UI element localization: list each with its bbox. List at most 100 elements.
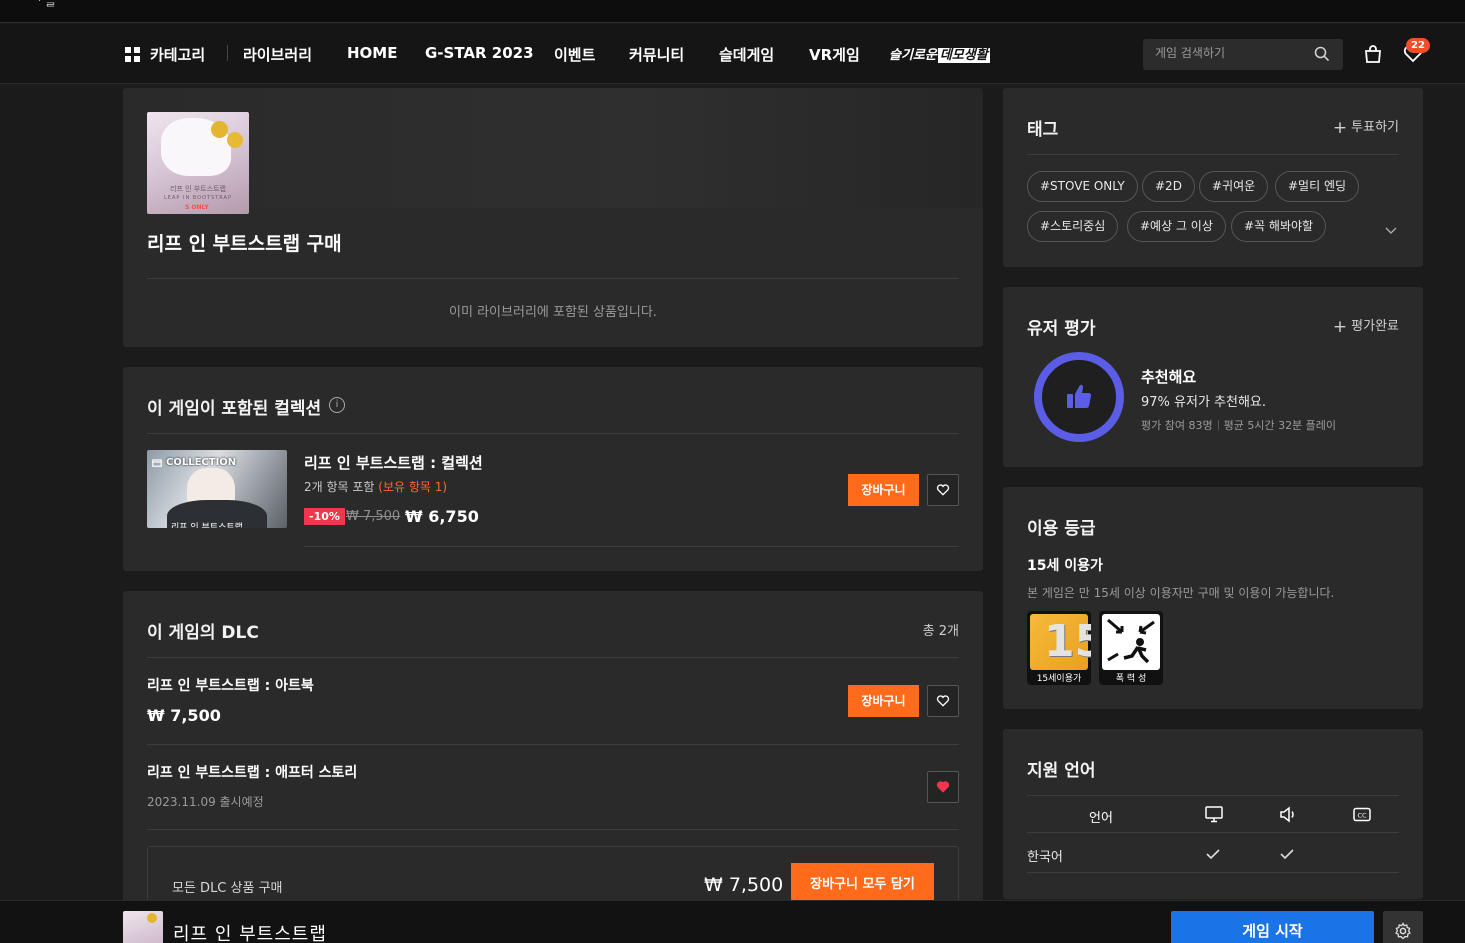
user-review-card: 유저 평가 + 평가완료 추천해요 97% 유저가 추천해요. 평가 참여 83명… bbox=[1003, 287, 1423, 467]
grid-icon bbox=[125, 47, 140, 62]
thumb-title: 리프 인 부트스트랩 bbox=[170, 185, 226, 193]
search-input[interactable] bbox=[1155, 46, 1305, 60]
tag-chip[interactable]: #스토리중심 bbox=[1027, 211, 1119, 242]
gear-icon bbox=[1395, 922, 1411, 940]
global-nav: 카테고리 라이브러리 HOME G-STAR 2023 이벤트 커뮤니티 슬데게… bbox=[0, 24, 1465, 84]
all-dlc-price: ₩ 7,500 bbox=[704, 874, 784, 896]
recommend-label: 추천해요 bbox=[1141, 368, 1197, 386]
bottom-game-title: 리프 인 부트스트랩 bbox=[173, 924, 327, 943]
top-mark: ᆞᆯ bbox=[34, 0, 57, 8]
divider bbox=[147, 657, 959, 658]
settings-button[interactable] bbox=[1383, 911, 1423, 943]
review-done-link[interactable]: + 평가완료 bbox=[1333, 315, 1399, 337]
nav-community[interactable]: 커뮤니티 bbox=[629, 44, 684, 65]
purchase-banner-bg bbox=[123, 88, 983, 208]
tag-chip[interactable]: #2D bbox=[1142, 171, 1195, 202]
vote-link[interactable]: + 투표하기 bbox=[1333, 116, 1399, 138]
dlc-release-date: 2023.11.09 출시예정 bbox=[147, 795, 264, 809]
collection-card: 이 게임이 포함된 컬렉션 i COLLECTION 리프 인 부트스트랩 리프… bbox=[123, 367, 983, 571]
collection-heading: 이 게임이 포함된 컬렉션 bbox=[147, 399, 322, 419]
age-15-icon: 15 15세이용가 bbox=[1027, 611, 1091, 685]
collection-name[interactable]: 리프 인 부트스트랩 : 컬렉션 bbox=[304, 452, 483, 473]
age-15-number: 15 bbox=[1044, 616, 1091, 667]
svg-text:CC: CC bbox=[1357, 812, 1367, 820]
collection-count-text: 2개 항목 포함 bbox=[304, 480, 375, 494]
collection-thumbnail[interactable]: COLLECTION 리프 인 부트스트랩 bbox=[147, 450, 287, 528]
wishlist-button[interactable] bbox=[927, 474, 959, 506]
review-participants: 평가 참여 83명 bbox=[1141, 419, 1213, 432]
nav-divider bbox=[227, 45, 228, 61]
vote-label: 투표하기 bbox=[1351, 120, 1399, 135]
age-rating-card: 이용 등급 15세 이용가 본 게임은 만 15세 이상 이용자만 구매 및 이… bbox=[1003, 487, 1423, 709]
game-start-button[interactable]: 게임 시작 bbox=[1171, 911, 1374, 943]
nav-library[interactable]: 라이브러리 bbox=[243, 44, 312, 65]
add-to-cart-button[interactable]: 장바구니 bbox=[848, 474, 919, 506]
thumbs-up-icon bbox=[1067, 384, 1092, 408]
violence-caption: 폭 력 성 bbox=[1115, 674, 1147, 684]
tag-chip[interactable]: #귀여운 bbox=[1199, 171, 1269, 202]
demo-logo-b: 데모생활 bbox=[937, 48, 990, 63]
category-label: 카테고리 bbox=[150, 46, 206, 64]
tags-card: 태그 + 투표하기 #STOVE ONLY #2D #귀여운 #멀티 엔딩 #스토… bbox=[1003, 88, 1423, 267]
heart-filled-icon bbox=[936, 781, 950, 793]
tag-chip[interactable]: #멀티 엔딩 bbox=[1275, 171, 1360, 202]
language-row: 한국어 bbox=[1027, 833, 1399, 873]
nav-vr[interactable]: VR게임 bbox=[809, 44, 860, 65]
dlc-card: 이 게임의 DLC 총 2개 리프 인 부트스트랩 : 아트북 ₩ 7,500 … bbox=[123, 591, 983, 911]
cart-bag-icon[interactable] bbox=[1363, 44, 1383, 68]
demo-life-logo[interactable]: 슬기로운 데모생활 bbox=[889, 44, 990, 63]
divider bbox=[1027, 154, 1399, 155]
collection-tag: COLLECTION bbox=[152, 457, 236, 468]
game-thumbnail: 리프 인 부트스트랩 LEAP IN BOOTSTRAP S ONLY bbox=[147, 112, 249, 214]
dlc-item-name[interactable]: 리프 인 부트스트랩 : 아트북 bbox=[147, 675, 314, 695]
nav-event[interactable]: 이벤트 bbox=[554, 44, 595, 65]
add-to-cart-button[interactable]: 장바구니 bbox=[848, 685, 919, 717]
language-heading: 지원 언어 bbox=[1027, 761, 1096, 781]
rating-heading: 이용 등급 bbox=[1027, 519, 1096, 539]
wishlist-button-active[interactable] bbox=[927, 771, 959, 803]
tag-chip[interactable]: #STOVE ONLY bbox=[1027, 171, 1138, 202]
language-card: 지원 언어 언어 CC 한국어 bbox=[1003, 729, 1423, 899]
divider bbox=[147, 744, 959, 745]
category-menu[interactable]: 카테고리 bbox=[125, 44, 205, 65]
check-icon bbox=[1206, 845, 1220, 864]
review-avg-play: 평균 5시간 32분 플레이 bbox=[1223, 419, 1337, 432]
violence-icon: 폭 력 성 bbox=[1099, 611, 1163, 685]
subtitle-cc-icon: CC bbox=[1353, 806, 1371, 827]
thumb-subtitle: LEAP IN BOOTSTRAP bbox=[164, 195, 232, 201]
owned-message: 이미 라이브러리에 포함된 상품입니다. bbox=[449, 305, 657, 320]
bottom-game-thumbnail bbox=[123, 911, 163, 943]
purchase-title: 리프 인 부트스트랩 구매 bbox=[147, 233, 342, 255]
search-box bbox=[1143, 39, 1343, 70]
collection-owned: (보유 항목 1) bbox=[378, 480, 448, 494]
plus-icon: + bbox=[1332, 317, 1348, 337]
tag-chip[interactable]: #예상 그 이상 bbox=[1127, 211, 1226, 242]
heart-outline-icon bbox=[936, 484, 950, 496]
wishlist-button[interactable] bbox=[927, 685, 959, 717]
language-name: 한국어 bbox=[1027, 850, 1063, 865]
speaker-icon bbox=[1279, 806, 1297, 827]
original-price: ₩ 7,500 bbox=[346, 509, 401, 524]
divider bbox=[147, 433, 959, 434]
divider bbox=[304, 546, 959, 547]
chevron-down-icon[interactable] bbox=[1385, 220, 1397, 239]
tag-chip[interactable]: #꼭 해봐야할 bbox=[1231, 211, 1327, 242]
dlc-item-name[interactable]: 리프 인 부트스트랩 : 애프터 스토리 bbox=[147, 762, 357, 782]
heart-outline-icon bbox=[936, 695, 950, 707]
collection-count: 2개 항목 포함 (보유 항목 1) bbox=[304, 478, 447, 495]
nav-indie[interactable]: 슬데게임 bbox=[719, 44, 774, 65]
review-heading: 유저 평가 bbox=[1027, 319, 1096, 339]
all-dlc-label: 모든 DLC 상품 구매 bbox=[172, 881, 283, 896]
recommend-percent: 97% 유저가 추천해요. bbox=[1141, 395, 1267, 410]
bottom-action-bar: 리프 인 부트스트랩 게임 시작 bbox=[0, 900, 1465, 943]
nav-gstar[interactable]: G-STAR 2023 bbox=[425, 44, 534, 62]
search-icon[interactable] bbox=[1314, 46, 1330, 66]
recommend-ring bbox=[1034, 352, 1124, 442]
info-icon[interactable]: i bbox=[329, 397, 345, 413]
dlc-item-price: ₩ 7,500 bbox=[147, 706, 221, 725]
language-table-header: 언어 CC bbox=[1027, 795, 1399, 833]
age-description: 본 게임은 만 15세 이상 이용자만 구매 및 이용이 가능합니다. bbox=[1027, 586, 1335, 600]
tags-heading: 태그 bbox=[1027, 120, 1059, 140]
nav-home[interactable]: HOME bbox=[347, 44, 397, 62]
age-15-caption: 15세이용가 bbox=[1036, 674, 1082, 684]
